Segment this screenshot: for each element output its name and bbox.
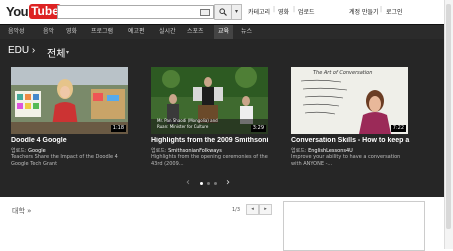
sign-in-link[interactable]: 로그인 bbox=[386, 7, 403, 16]
category-tab[interactable]: 프로그램 bbox=[91, 25, 113, 39]
video-title[interactable]: Highlights from the 2009 Smithsoni bbox=[151, 137, 271, 144]
category-tab[interactable]: 스포츠 bbox=[187, 25, 204, 39]
nav-divider: | bbox=[380, 6, 383, 13]
category-tab[interactable]: 예고편 bbox=[128, 25, 145, 39]
video-title[interactable]: Conversation Skills - How to keep a bbox=[291, 137, 411, 144]
category-tab[interactable]: 실시간 bbox=[159, 25, 176, 39]
youtube-logo[interactable]: You Tube bbox=[6, 2, 61, 20]
thumbnail-board-text: The Art of Conversation bbox=[313, 70, 373, 76]
thumbnail-whiteboard-image bbox=[291, 67, 408, 134]
video-title[interactable]: Doodle 4 Google bbox=[11, 137, 131, 144]
video-uploader: 업로드: SmithsonianFolkways bbox=[151, 147, 222, 154]
nav-divider: | bbox=[273, 6, 276, 13]
breadcrumb-section-label: EDU bbox=[8, 45, 30, 56]
carousel-prev-button[interactable]: ‹ bbox=[186, 177, 190, 188]
category-bar: 음악성 음악 영화 프로그램 예고편 실시간 스포츠 교육 뉴스 bbox=[0, 24, 453, 39]
video-thumbnail[interactable]: Mr. Pan Shaodi (Mongolia) and Ruan: Mini… bbox=[151, 67, 268, 134]
duration-badge: 7:22 bbox=[390, 125, 406, 132]
chevron-down-icon[interactable]: ▾ bbox=[66, 49, 69, 56]
search-input[interactable] bbox=[57, 5, 214, 19]
side-panel bbox=[283, 201, 425, 251]
video-thumbnail[interactable]: 1:18 bbox=[11, 67, 128, 134]
thumbnail-classroom-image bbox=[11, 67, 128, 134]
category-tab[interactable]: 뉴스 bbox=[241, 25, 252, 39]
nav-categories[interactable]: 카테고리 bbox=[248, 7, 270, 16]
video-uploader: 업로드: EnglishLessons4U bbox=[291, 147, 353, 154]
carousel-next-button[interactable]: › bbox=[226, 177, 230, 188]
video-uploader: 업로드: Google bbox=[11, 147, 46, 154]
thumbnail-caption: Mr. Pan Shaodi (Mongolia) and bbox=[157, 118, 218, 123]
search-options-button[interactable]: ▾ bbox=[231, 4, 242, 20]
breadcrumb-section[interactable]: EDU › bbox=[8, 45, 35, 56]
scrollbar-thumb[interactable] bbox=[446, 4, 451, 229]
thumbnail-caption: Ruan: Minister for Culture bbox=[157, 124, 209, 129]
create-account-link[interactable]: 계정 만들기 bbox=[349, 7, 379, 16]
carousel-dot[interactable] bbox=[200, 182, 203, 185]
breadcrumb-separator: › bbox=[31, 45, 36, 56]
next-page-button[interactable]: ▸ bbox=[259, 204, 272, 215]
search-icon bbox=[219, 8, 227, 16]
category-tab[interactable]: 영화 bbox=[66, 25, 77, 39]
category-tab[interactable]: 음악 bbox=[43, 25, 54, 39]
carousel-dot[interactable] bbox=[214, 182, 217, 185]
duration-badge: 1:18 bbox=[110, 125, 126, 132]
nav-divider: | bbox=[293, 6, 296, 13]
logo-you-text: You bbox=[6, 3, 29, 19]
video-description: Highlights from the opening ceremonies o… bbox=[151, 154, 268, 167]
section-heading-college[interactable]: 대학 » bbox=[12, 206, 31, 216]
page-indicator: 1/3 bbox=[232, 207, 241, 213]
video-thumbnail[interactable]: The Art of Conversation 7:22 bbox=[291, 67, 408, 134]
video-description: Improve your ability to have a conversat… bbox=[291, 154, 401, 167]
nav-movies[interactable]: 영화 bbox=[278, 7, 289, 16]
search-button[interactable] bbox=[214, 4, 232, 20]
prev-page-button[interactable]: ◂ bbox=[246, 204, 259, 215]
duration-badge: 3:29 bbox=[250, 125, 266, 132]
breadcrumb-filter[interactable]: 전체 bbox=[47, 45, 65, 60]
keyboard-icon[interactable] bbox=[200, 9, 210, 16]
carousel-dot[interactable] bbox=[207, 182, 210, 185]
category-tab-education[interactable]: 교육 bbox=[214, 25, 234, 39]
nav-upload[interactable]: 업로드 bbox=[298, 7, 315, 16]
masthead: You Tube ▾ 카테고리 | 영화 | 업로드 계정 만들기 | 로그인 bbox=[0, 0, 453, 24]
video-description: Teachers Share the Impact of the Doodle … bbox=[11, 154, 118, 167]
category-tab[interactable]: 음악성 bbox=[8, 25, 25, 39]
